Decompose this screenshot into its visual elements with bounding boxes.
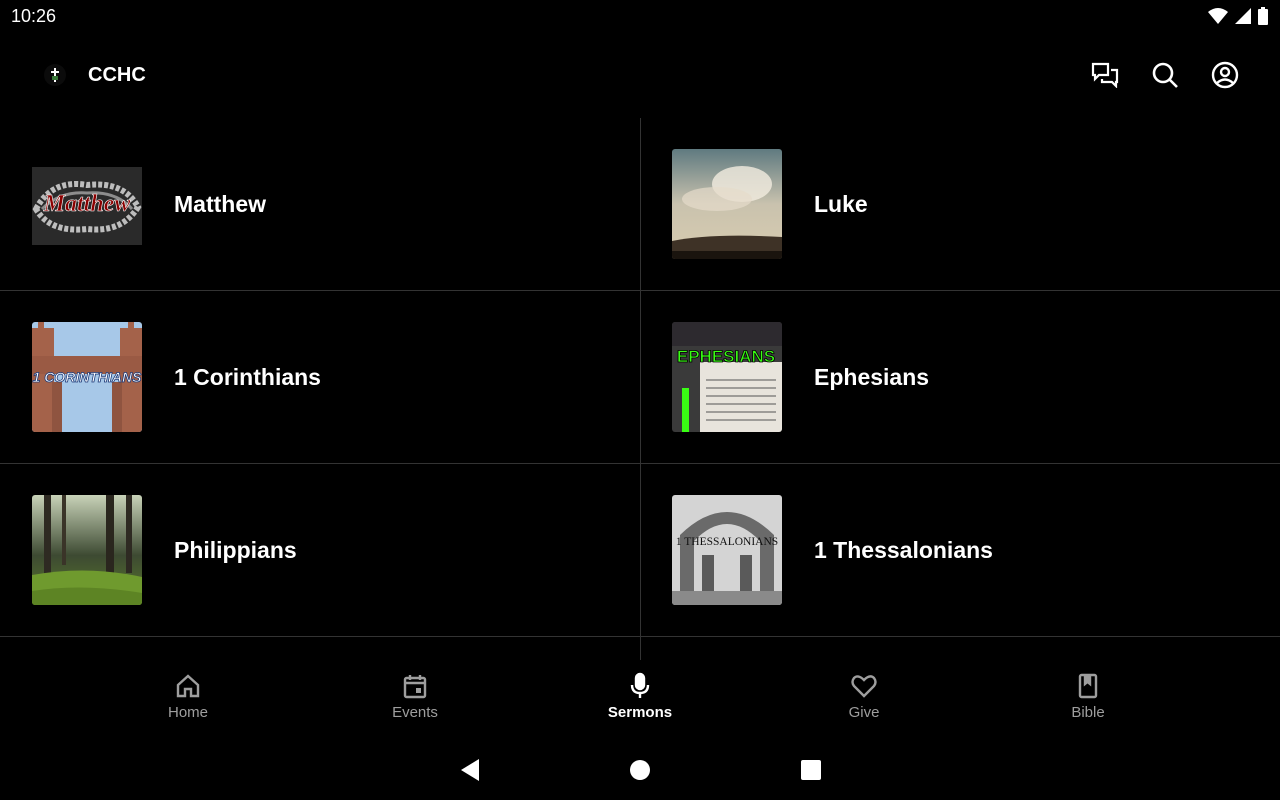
status-icons <box>1208 7 1268 25</box>
home-system-button[interactable] <box>626 756 654 784</box>
nav-label: Home <box>167 704 208 721</box>
series-title: 1 Corinthians <box>174 364 321 390</box>
search-icon <box>1152 62 1178 88</box>
nav-label: Give <box>848 704 880 721</box>
microphone-icon <box>630 672 650 698</box>
back-button[interactable] <box>456 756 484 784</box>
series-item-matthew[interactable]: Matthew Matthew <box>0 118 640 291</box>
philippians-thumbnail <box>32 495 142 605</box>
home-icon <box>176 674 200 698</box>
home-circle-icon <box>630 760 650 780</box>
series-item-1-thessalonians[interactable]: 1 THESSALONIANS 1 Thessalonians <box>640 464 1280 637</box>
series-title: 1 Thessalonians <box>814 537 993 563</box>
matthew-thumbnail: Matthew <box>32 149 142 259</box>
series-title: Matthew <box>174 191 266 217</box>
app-title: CCHC <box>88 64 146 86</box>
nav-item-bible[interactable]: Bible <box>1028 672 1148 721</box>
matthew-thumb-text: Matthew <box>43 191 132 217</box>
calendar-icon <box>403 675 427 699</box>
nav-label: Bible <box>1071 704 1105 721</box>
chat-button[interactable] <box>1090 60 1120 90</box>
series-item-luke[interactable]: Luke <box>640 118 1280 291</box>
luke-thumbnail <box>672 149 782 259</box>
recents-button[interactable] <box>797 756 825 784</box>
account-button[interactable] <box>1210 60 1240 90</box>
app-actions <box>1090 60 1240 90</box>
church-logo-icon[interactable] <box>44 64 66 86</box>
chat-icon <box>1091 62 1119 88</box>
battery-icon <box>1258 7 1268 25</box>
sermon-series-grid: Matthew Matthew Luke 1 CORINTHIANS 1 Cor… <box>0 118 1280 660</box>
corinthians-thumb-text: 1 CORINTHIANS <box>33 369 142 385</box>
status-bar: 10:26 <box>0 0 1280 34</box>
search-button[interactable] <box>1150 60 1180 90</box>
nav-label: Sermons <box>607 704 673 721</box>
bottom-navigation: Home Events Sermons Give Bible <box>0 660 1280 740</box>
series-title: Philippians <box>174 537 297 563</box>
series-item-1-corinthians[interactable]: 1 CORINTHIANS 1 Corinthians <box>0 291 640 464</box>
series-item-philippians[interactable]: Philippians <box>0 464 640 637</box>
nav-item-events[interactable]: Events <box>355 672 475 721</box>
nav-item-home[interactable]: Home <box>128 672 248 721</box>
account-circle-icon <box>1211 61 1239 89</box>
book-icon <box>1078 673 1098 699</box>
system-navigation-bar <box>0 740 1280 800</box>
thessalonians-thumb-text: 1 THESSALONIANS <box>676 536 778 548</box>
1-thessalonians-thumbnail: 1 THESSALONIANS <box>672 495 782 605</box>
series-title: Luke <box>814 191 868 217</box>
ephesians-thumbnail: EPHESIANS <box>672 322 782 432</box>
nav-item-give[interactable]: Give <box>804 672 924 721</box>
nav-label: Events <box>392 704 438 721</box>
nav-item-sermons[interactable]: Sermons <box>580 672 700 721</box>
signal-icon <box>1235 8 1251 24</box>
ephesians-thumb-text: EPHESIANS <box>677 347 775 366</box>
wifi-icon <box>1208 8 1228 24</box>
series-item-ephesians[interactable]: EPHESIANS Ephesians <box>640 291 1280 464</box>
status-time: 10:26 <box>11 6 57 26</box>
1-corinthians-thumbnail: 1 CORINTHIANS <box>32 322 142 432</box>
recents-square-icon <box>801 760 821 780</box>
app-bar: CCHC <box>0 34 1280 118</box>
heart-icon <box>851 675 877 698</box>
back-triangle-icon <box>461 759 479 781</box>
series-title: Ephesians <box>814 364 930 390</box>
